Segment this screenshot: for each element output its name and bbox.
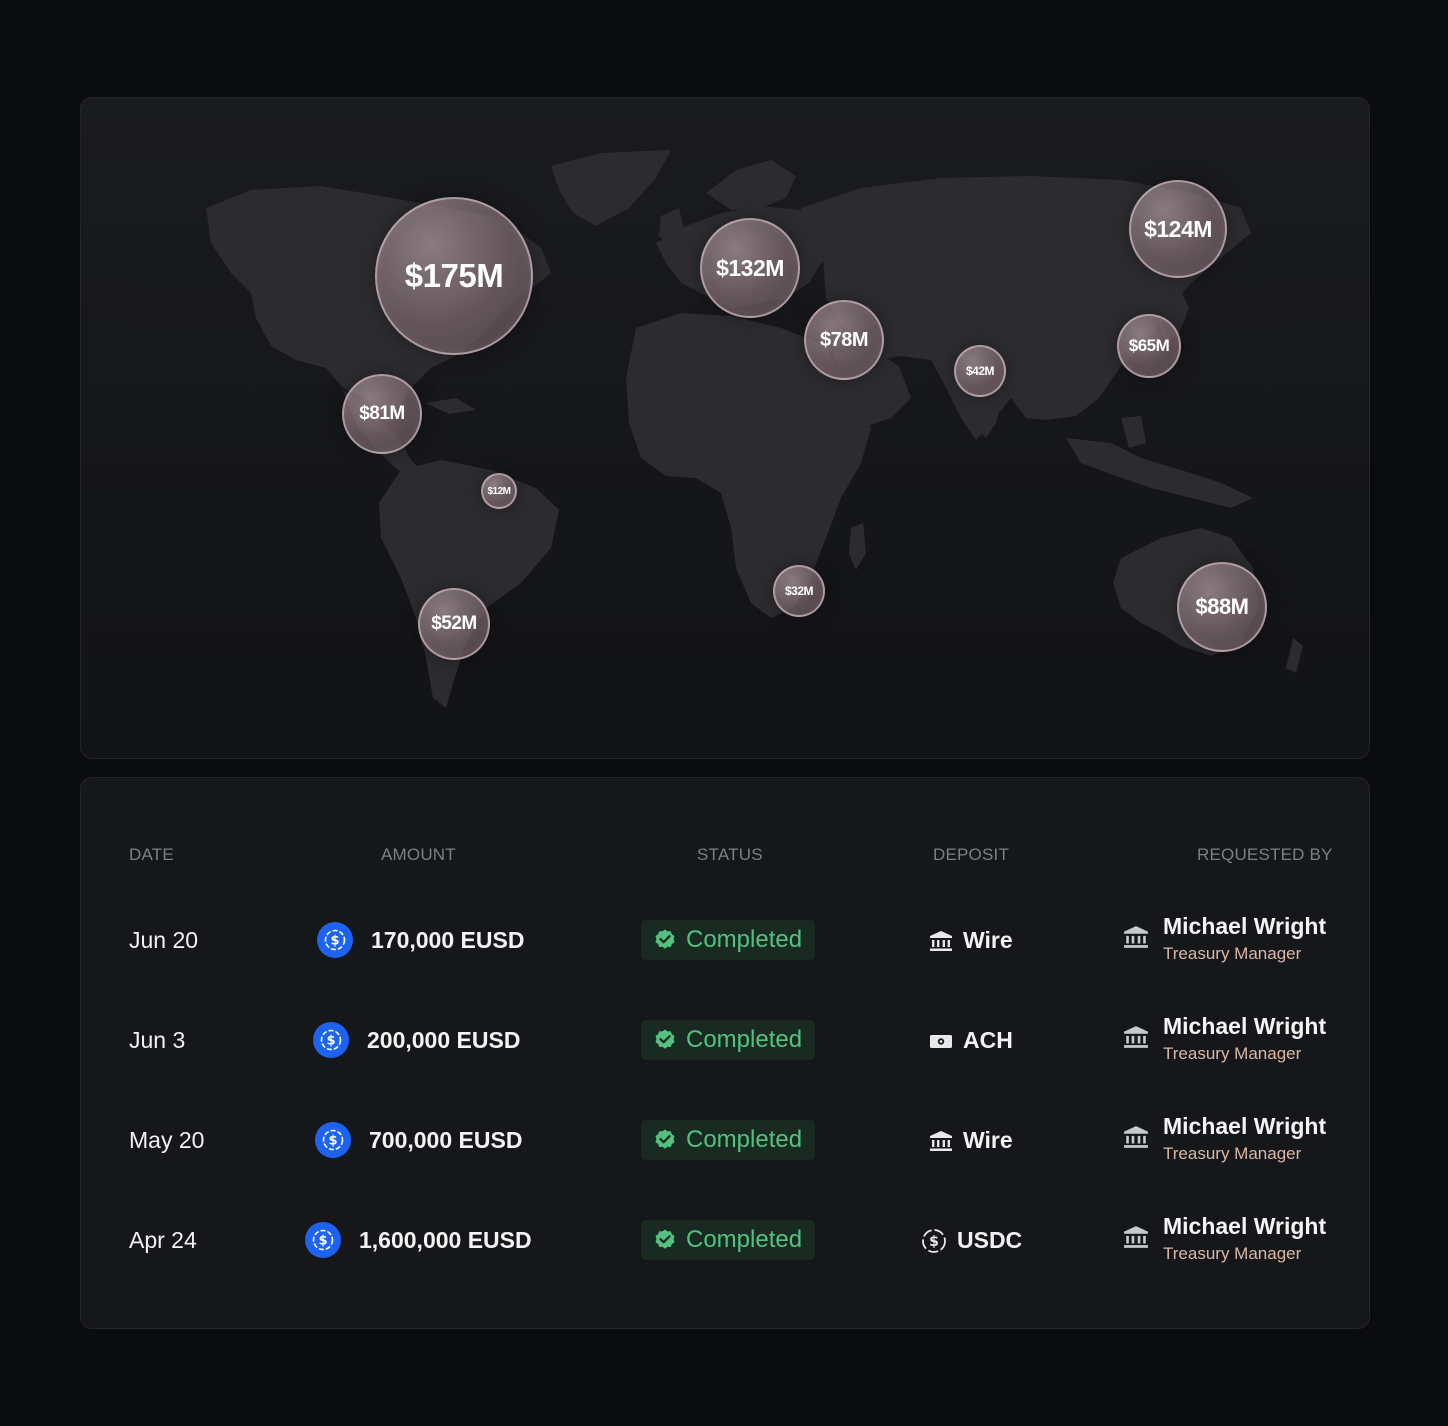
row-amount: $ 170,000 EUSD [317,922,524,958]
row-date: Jun 20 [129,927,199,953]
world-map-panel: $175M $132M $124M $78M $65M $42M $81M $1… [80,97,1370,759]
row-deposit: ACH [929,1027,1013,1054]
map-bubble-china[interactable]: $65M [1117,314,1181,378]
eusd-coin-icon: $ [317,922,353,958]
requester-role: Treasury Manager [1163,1244,1302,1263]
map-bubble-east-asia[interactable]: $124M [1129,180,1227,278]
eusd-coin-icon: $ [305,1222,341,1258]
row-date: Jun 3 [129,1027,186,1053]
requester-name: Michael Wright [1163,1013,1327,1039]
requester-name: Michael Wright [1163,913,1327,939]
map-bubble-south-asia[interactable]: $42M [954,345,1006,397]
bank-icon [930,930,952,951]
status-badge: Completed [641,1220,815,1260]
map-bubble-central-america[interactable]: $81M [342,374,422,454]
row-date: May 20 [129,1127,205,1153]
verified-check-icon [655,1229,675,1249]
table-row[interactable]: May 20 $ 700,000 EUSD Completed Wire Mic… [81,1090,1369,1190]
svg-text:$: $ [328,1134,337,1149]
header-amount: AMOUNT [381,845,456,864]
bank-icon [1124,1226,1148,1248]
amount-text: 170,000 EUSD [371,926,525,953]
verified-check-icon [655,1029,675,1049]
table-row[interactable]: Jun 20 $ 170,000 EUSD Completed Wire Mic… [81,890,1369,990]
status-text: Completed [686,926,803,953]
amount-text: 200,000 EUSD [367,1026,521,1053]
verified-check-icon [655,929,675,949]
map-bubble-north-america[interactable]: $175M [375,197,533,355]
status-badge: Completed [641,1120,815,1160]
requester-name: Michael Wright [1163,1213,1327,1239]
row-amount: $ 700,000 EUSD [315,1122,522,1158]
bank-icon [1124,1026,1148,1048]
requester-role: Treasury Manager [1163,1044,1302,1063]
header-deposit: DEPOSIT [933,845,1010,864]
bank-icon [1124,1126,1148,1148]
map-bubble-europe[interactable]: $132M [700,218,800,318]
row-deposit: Wire [929,1127,1013,1154]
deposit-text: Wire [963,1127,1013,1153]
transactions-table: DATE AMOUNT STATUS DEPOSIT REQUESTED BY … [80,777,1370,1329]
eusd-coin-icon: $ [315,1122,351,1158]
cash-icon [930,1034,952,1048]
table-row[interactable]: Apr 24 $ 1,600,000 EUSD Completed $ USDC… [81,1190,1369,1290]
row-amount: $ 200,000 EUSD [313,1022,520,1058]
status-text: Completed [686,1026,803,1053]
map-bubble-south-america[interactable]: $52M [418,588,490,660]
bank-icon [1124,926,1148,948]
deposit-text: Wire [963,927,1013,953]
deposit-text: USDC [957,1227,1023,1253]
row-requested-by: Michael Wright Treasury Manager [1123,1212,1326,1266]
requester-role: Treasury Manager [1163,944,1302,963]
requester-role: Treasury Manager [1163,1144,1302,1163]
header-status: STATUS [697,845,763,864]
row-date: Apr 24 [129,1227,197,1253]
row-deposit: $ USDC [921,1227,1022,1254]
amount-text: 1,600,000 EUSD [359,1226,532,1253]
row-deposit: Wire [929,927,1013,954]
table-row[interactable]: Jun 3 $ 200,000 EUSD Completed ACH Micha… [81,990,1369,1090]
verified-check-icon [655,1129,675,1149]
row-amount: $ 1,600,000 EUSD [305,1222,532,1258]
eusd-coin-icon: $ [313,1022,349,1058]
svg-text:$: $ [318,1234,327,1249]
requester-name: Michael Wright [1163,1113,1327,1139]
status-badge: Completed [641,920,815,960]
row-requested-by: Michael Wright Treasury Manager [1123,912,1326,966]
header-date: DATE [129,845,174,864]
status-badge: Completed [641,1020,815,1060]
map-bubble-south-africa[interactable]: $32M [773,565,825,617]
svg-text:$: $ [326,1034,335,1049]
row-requested-by: Michael Wright Treasury Manager [1123,1012,1326,1066]
map-bubble-brazil[interactable]: $12M [481,473,517,509]
amount-text: 700,000 EUSD [369,1126,523,1153]
status-text: Completed [686,1126,803,1153]
deposit-text: ACH [963,1027,1013,1053]
map-bubble-australia[interactable]: $88M [1177,562,1267,652]
header-requested-by: REQUESTED BY [1197,845,1333,864]
svg-text:$: $ [929,1234,939,1250]
status-text: Completed [686,1226,803,1253]
dollar-circle-icon: $ [922,1228,946,1253]
map-bubble-middle-east[interactable]: $78M [804,300,884,380]
row-requested-by: Michael Wright Treasury Manager [1123,1112,1326,1166]
bank-icon [930,1130,952,1151]
svg-text:$: $ [330,934,339,949]
